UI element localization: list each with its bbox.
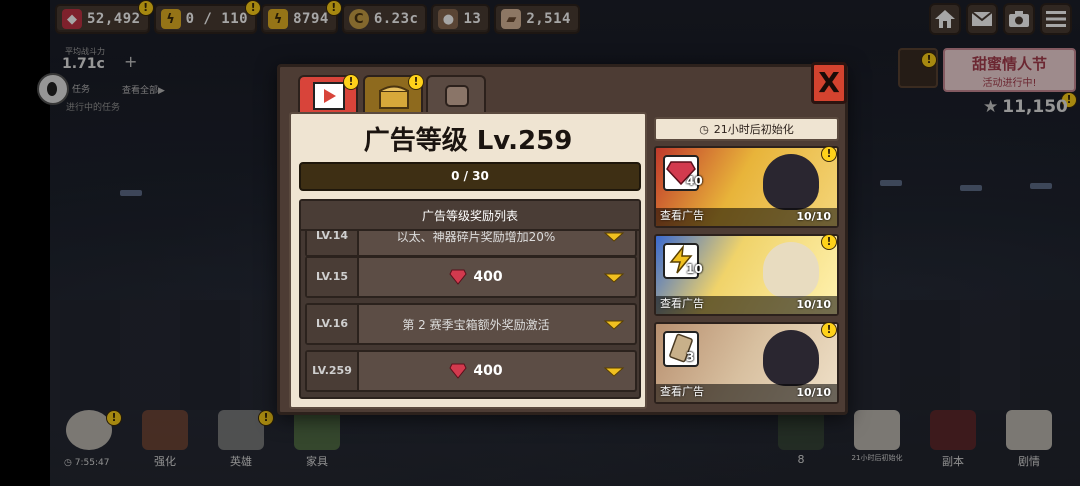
reward-list[interactable]: 广告等级奖励列表 LV.14 以太、神器碎片奖励增加20% 广告等级奖励列表 L… <box>299 199 641 399</box>
check-icon <box>593 364 635 378</box>
reward-desc: 400 <box>359 269 593 285</box>
reward-desc: 400 <box>359 363 593 379</box>
ad-remaining: 10/10 <box>796 298 831 311</box>
ad-reward-card-gems[interactable]: 40 查看广告 10/10 <box>654 146 839 228</box>
alert-icon: ! <box>408 74 424 90</box>
check-icon <box>593 229 635 243</box>
tab-other[interactable] <box>426 75 486 115</box>
item-icon <box>445 85 469 107</box>
ad-remaining: 10/10 <box>796 386 831 399</box>
character-portrait <box>763 242 819 298</box>
ad-remaining: 10/10 <box>796 210 831 223</box>
reward-desc: 第 2 赛季宝箱额外奖励激活 <box>402 317 550 332</box>
reward-count: 3 <box>686 350 695 364</box>
level-title: 广告等级 Lv.259 <box>363 126 573 156</box>
reset-timer: ◷ 21小时后初始化 <box>654 117 839 141</box>
watch-ad-label: 查看广告 <box>660 209 704 222</box>
check-icon <box>593 270 635 284</box>
alert-icon: ! <box>821 322 837 338</box>
gem-icon <box>449 269 467 285</box>
ad-reward-card-tickets[interactable]: 3 查看广告 10/10 <box>654 322 839 404</box>
ad-film-icon <box>313 82 345 110</box>
watch-ad-label: 查看广告 <box>660 297 704 310</box>
reward-level: LV.15 <box>307 258 359 296</box>
watch-ad-label: 查看广告 <box>660 385 704 398</box>
character-portrait <box>763 154 819 210</box>
alert-icon: ! <box>821 146 837 162</box>
reward-level: LV.16 <box>307 305 359 343</box>
reward-count: 40 <box>686 174 703 188</box>
level-progress-bar: 0 / 30 <box>299 162 641 191</box>
alert-icon: ! <box>343 74 359 90</box>
reward-row: LV.15 400 <box>305 256 637 298</box>
chest-icon <box>379 85 409 109</box>
reward-row: LV.16 第 2 赛季宝箱额外奖励激活 <box>305 303 637 345</box>
alert-icon: ! <box>821 234 837 250</box>
close-button[interactable]: X <box>811 62 847 104</box>
clock-icon: ◷ <box>699 122 709 136</box>
reward-list-header: 广告等级奖励列表 <box>301 201 639 231</box>
check-icon <box>593 317 635 331</box>
reward-level: LV.259 <box>307 352 359 390</box>
gem-icon <box>449 363 467 379</box>
reward-row: LV.259 400 <box>305 350 637 392</box>
reward-count: 10 <box>686 262 703 276</box>
ad-reward-card-energy[interactable]: 10 查看广告 10/10 <box>654 234 839 316</box>
character-portrait <box>763 330 819 386</box>
